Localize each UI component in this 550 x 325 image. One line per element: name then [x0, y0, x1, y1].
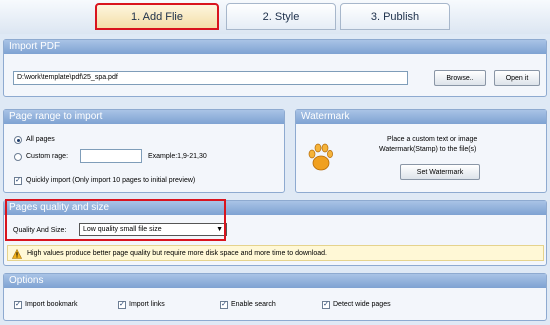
pdf-path-input[interactable]: D:\work\template\pdf\25_spa.pdf — [13, 71, 408, 85]
warning-icon — [12, 249, 22, 259]
quick-import-checkbox[interactable]: ✓ — [14, 177, 22, 185]
enable-search-checkbox[interactable]: ✓ — [220, 301, 228, 309]
custom-range-input[interactable] — [80, 149, 142, 163]
tab-add-file-label: 1. Add Flie — [131, 10, 183, 23]
set-watermark-button-label: Set Watermark — [416, 168, 464, 176]
import-pdf-panel: Import PDF D:\work\template\pdf\25_spa.p… — [3, 39, 547, 97]
options-panel: Options ✓ Import bookmark ✓ Import links… — [3, 273, 547, 321]
custom-range-label: Custom rage: — [26, 153, 69, 160]
quality-highlight-outline — [5, 199, 226, 241]
wizard-tab-bar: 1. Add Flie 2. Style 3. Publish — [0, 0, 550, 34]
detect-wide-pages-checkbox[interactable]: ✓ — [322, 301, 330, 309]
custom-range-radio[interactable] — [14, 153, 22, 161]
open-it-button-label: Open it — [505, 74, 529, 82]
paw-stamp-icon — [308, 143, 333, 171]
import-bookmark-label: Import bookmark — [25, 301, 78, 308]
all-pages-radio[interactable] — [14, 136, 22, 144]
tab-publish[interactable]: 3. Publish — [340, 3, 450, 30]
tab-style-label: 2. Style — [262, 10, 300, 23]
tab-add-file[interactable]: 1. Add Flie — [95, 3, 219, 30]
custom-range-example: Example:1,9-21,30 — [148, 153, 207, 160]
quality-hint-text: High values produce better page quality … — [27, 250, 328, 257]
set-watermark-button[interactable]: Set Watermark — [400, 164, 480, 180]
watermark-panel: Watermark Place a custom text or image W… — [295, 109, 547, 193]
browse-button[interactable]: Browse.. — [434, 70, 486, 86]
quality-hint-bar: High values produce better page quality … — [7, 245, 544, 261]
options-title: Options — [4, 274, 546, 288]
watermark-title: Watermark — [296, 110, 546, 124]
page-range-panel: Page range to import All pages Custom ra… — [3, 109, 285, 193]
all-pages-label: All pages — [26, 136, 55, 143]
detect-wide-pages-label: Detect wide pages — [333, 301, 391, 308]
import-pdf-title: Import PDF — [4, 40, 546, 54]
open-it-button[interactable]: Open it — [494, 70, 540, 86]
watermark-description-line1: Place a custom text or image — [387, 136, 478, 143]
tab-publish-label: 3. Publish — [370, 10, 420, 23]
import-links-checkbox[interactable]: ✓ — [118, 301, 126, 309]
browse-button-label: Browse.. — [446, 74, 474, 82]
watermark-description-line2: Watermark(Stamp) to the file(s) — [379, 146, 477, 153]
tab-style[interactable]: 2. Style — [226, 3, 336, 30]
page-range-title: Page range to import — [4, 110, 284, 124]
quick-import-label: Quickly import (Only import 10 pages to … — [26, 177, 196, 184]
import-bookmark-checkbox[interactable]: ✓ — [14, 301, 22, 309]
enable-search-label: Enable search — [231, 301, 276, 308]
import-links-label: Import links — [129, 301, 165, 308]
